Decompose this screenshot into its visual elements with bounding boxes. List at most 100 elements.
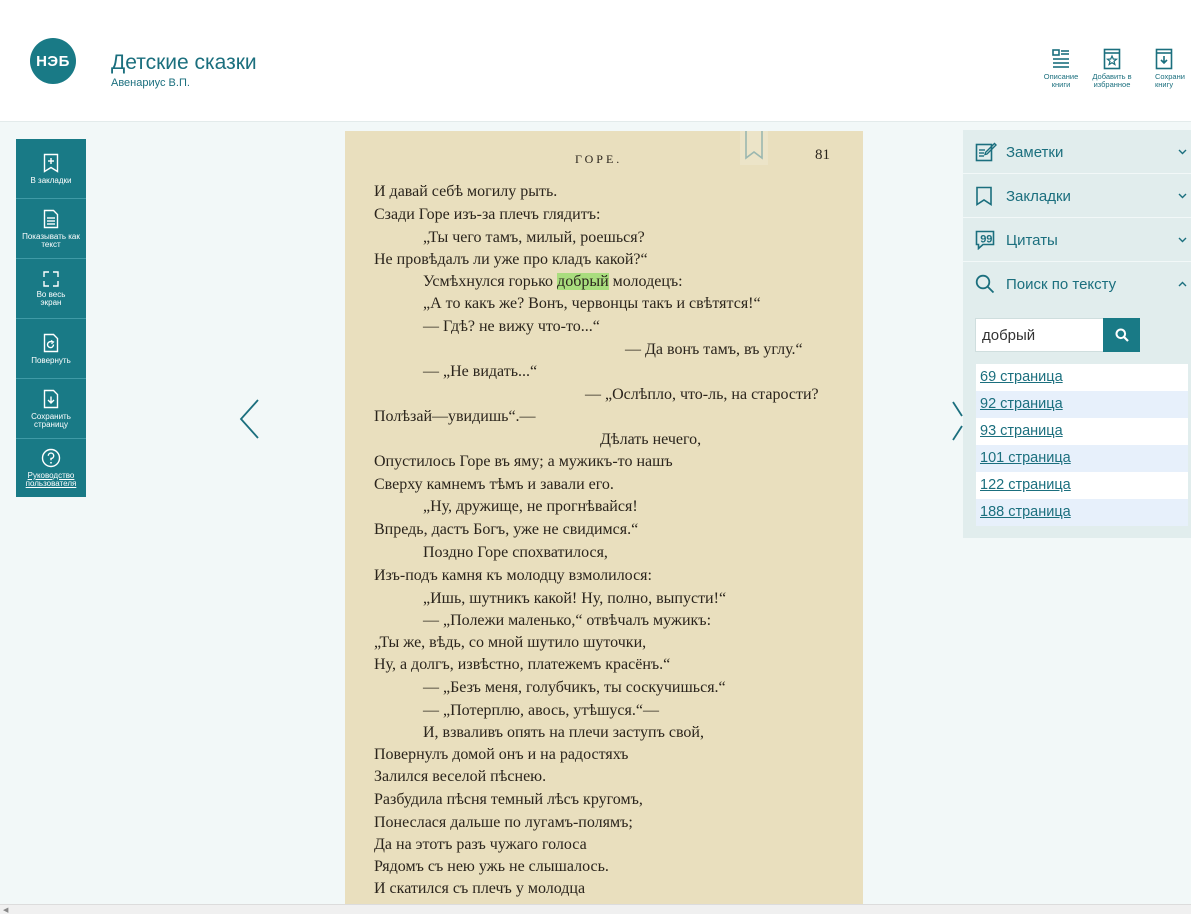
page-bookmark-icon[interactable] — [740, 131, 768, 165]
help-icon — [41, 448, 61, 468]
book-description-button[interactable]: Описание книги — [1036, 48, 1086, 89]
bookmark-icon — [976, 186, 992, 206]
text-document-icon — [43, 209, 59, 228]
left-toolbar: В закладки Показывать как текст Во весь … — [16, 139, 86, 497]
description-icon — [1052, 49, 1069, 68]
text-segment: молодецъ: — [608, 273, 683, 290]
text-line: — „Потерплю, авось, утѣшуся.“— — [423, 702, 659, 719]
svg-text:99: 99 — [980, 234, 992, 246]
text-line: Повернулъ домой онъ и на радостяхъ — [374, 746, 629, 763]
text-line: Да на этотъ разъ чужаго голоса — [374, 836, 587, 853]
text-line: И, взваливъ опять на плечи заступъ свой, — [423, 724, 704, 741]
add-bookmark-label: В закладки — [30, 175, 72, 185]
search-results: 69 страница 92 страница 93 страница 101 … — [976, 364, 1188, 526]
text-search-section-toggle[interactable]: Поиск по тексту — [963, 262, 1191, 306]
chevron-down-icon — [1178, 193, 1187, 199]
save-book-button[interactable]: Сохрани книгу — [1145, 48, 1191, 89]
save-book-label: Сохрани книгу — [1155, 72, 1185, 89]
text-line: — Гдѣ? не вижу что-то...“ — [423, 318, 600, 335]
fullscreen-button[interactable]: Во весь экран — [16, 259, 86, 319]
search-result-link[interactable]: 93 страница — [976, 418, 1188, 445]
chevron-up-icon — [1178, 281, 1187, 287]
text-line: — „Ослѣпло, что-ль, на старости? — [585, 386, 819, 403]
fullscreen-icon — [43, 270, 59, 287]
text-line: Ну, а долгъ, извѣстно, платежемъ красёнъ… — [374, 656, 671, 673]
notes-section-toggle[interactable]: Заметки — [963, 130, 1191, 174]
search-result-link[interactable]: 69 страница — [976, 364, 1188, 391]
text-line: Залился веселой пѣснею. — [374, 768, 547, 785]
rotate-button[interactable]: Повернуть — [16, 319, 86, 379]
text-line: „Ты же, вѣдь, со мной шутило шуточки, — [374, 634, 647, 651]
search-button[interactable] — [1103, 318, 1140, 352]
search-icon — [975, 274, 995, 294]
header: НЭБ Детские сказки Авенариус В.П. Описан… — [0, 0, 1191, 122]
save-book-icon — [1155, 48, 1173, 70]
text-segment: Усмѣхнулся горько — [423, 273, 558, 290]
text-line: Сзади Горе изъ-за плечъ глядитъ: — [374, 206, 601, 223]
search-result-link[interactable]: 92 страница — [976, 391, 1188, 418]
user-guide-label: Руководство пользователя — [25, 471, 77, 488]
save-page-label: Сохранить страницу — [31, 411, 71, 429]
text-line: Рядомъ съ нею ужь не слышалось. — [374, 858, 609, 875]
previous-page-arrow-icon[interactable] — [238, 398, 260, 440]
save-page-button[interactable]: Сохранить страницу — [16, 379, 86, 439]
text-line: „Ишь, шутникъ какой! Ну, полно, выпусти!… — [423, 590, 727, 607]
text-line: Опустилось Горе въ яму; а мужикъ-то нашъ — [374, 453, 673, 470]
search-field — [975, 318, 1105, 352]
text-search-label: Поиск по тексту — [1006, 276, 1117, 293]
next-page-arrow-icon[interactable] — [951, 400, 963, 442]
search-input[interactable] — [976, 319, 1104, 351]
bookmarks-section-toggle[interactable]: Закладки — [963, 174, 1191, 218]
text-line: Дѣлать нечего, — [600, 431, 702, 448]
rotate-icon — [43, 333, 59, 352]
scroll-left-icon[interactable]: ◀ — [3, 906, 8, 914]
add-bookmark-button[interactable]: В закладки — [16, 139, 86, 199]
text-line: И давай себѣ могилу рыть. — [374, 183, 558, 200]
text-line: Понеслася дальше по лугамъ-полямъ; — [374, 814, 633, 831]
notes-label: Заметки — [1006, 144, 1064, 161]
text-line: И скатился съ плечъ у молодца — [374, 880, 586, 897]
bookmark-add-icon — [43, 153, 59, 173]
search-icon — [1115, 328, 1129, 342]
favorite-add-icon — [1103, 48, 1121, 70]
quote-icon: 99 — [975, 230, 995, 250]
book-author: Авенариус В.П. — [111, 77, 190, 89]
quotes-section-toggle[interactable]: 99 Цитаты — [963, 218, 1191, 262]
book-page: ГОРЕ. 81 И давай себѣ могилу рыть. Сзади… — [345, 131, 863, 906]
fullscreen-label: Во весь экран — [36, 289, 66, 307]
text-line: Усмѣхнулся горько добрый молодецъ: — [423, 273, 683, 291]
text-line: Не провѣдалъ ли уже про кладъ какой?“ — [374, 251, 648, 268]
chevron-down-icon — [1178, 237, 1187, 243]
text-line: Полѣзай—увидишь“.— — [374, 408, 536, 425]
chevron-down-icon — [1178, 149, 1187, 155]
search-result-link[interactable]: 188 страница — [976, 499, 1188, 526]
user-guide-button[interactable]: Руководство пользователя — [16, 439, 86, 497]
quotes-label: Цитаты — [1006, 232, 1058, 249]
text-line: „Ты чего тамъ, милый, роешься? — [423, 229, 645, 246]
text-line: — „Полежи маленько,“ отвѣчалъ мужикъ: — [423, 612, 712, 629]
bookmarks-label: Закладки — [1006, 188, 1071, 205]
text-line: Разбудила пѣсня темный лѣсъ кругомъ, — [374, 791, 643, 808]
page-number: 81 — [815, 147, 830, 163]
text-line: Впредь, дастъ Богъ, уже не свидимся.“ — [374, 521, 639, 538]
text-line: Сверху камнемъ тѣмъ и завали его. — [374, 476, 614, 493]
save-page-icon — [43, 389, 59, 408]
text-line: „Ну, дружище, не прогнѣвайся! — [423, 498, 638, 515]
text-line: Поздно Горе спохватилося, — [423, 544, 608, 561]
text-line: — Да вонъ тамъ, въ углу.“ — [625, 341, 803, 358]
search-highlight: добрый — [557, 273, 609, 290]
add-favorite-button[interactable]: Добавить в избранное — [1087, 48, 1137, 89]
text-line: „А то какъ же? Вонъ, червонцы такъ и свѣ… — [423, 295, 761, 312]
neb-logo[interactable]: НЭБ — [30, 38, 76, 84]
show-as-text-label: Показывать как текст — [22, 231, 80, 249]
text-line: Изъ-подъ камня къ молодцу взмолилося: — [374, 567, 652, 584]
search-result-link[interactable]: 122 страница — [976, 472, 1188, 499]
text-line: — „Не видать...“ — [423, 363, 538, 380]
book-title: Детские сказки — [111, 51, 257, 74]
search-result-link[interactable]: 101 страница — [976, 445, 1188, 472]
page-header: ГОРЕ. — [575, 152, 623, 166]
rotate-label: Повернуть — [31, 355, 71, 365]
show-as-text-button[interactable]: Показывать как текст — [16, 199, 86, 259]
notes-icon — [975, 142, 997, 162]
horizontal-scrollbar[interactable]: ◀ — [0, 904, 1191, 914]
